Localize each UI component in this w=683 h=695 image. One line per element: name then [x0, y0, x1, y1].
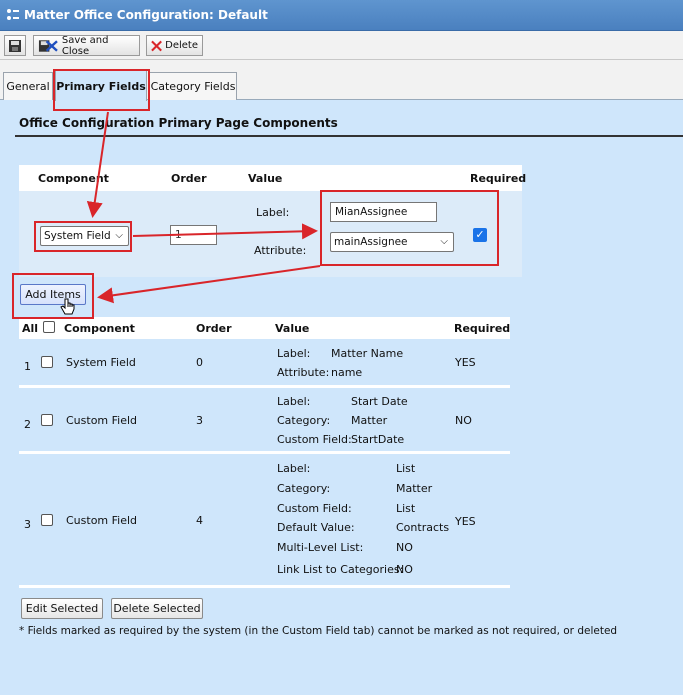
value-val: StartDate [351, 433, 405, 446]
toolbar: Save and Close Delete [0, 31, 683, 60]
value-val: NO [396, 541, 413, 554]
value-key: Multi-Level List: [277, 541, 364, 554]
header-required: Required [470, 172, 527, 185]
header-all: All [22, 322, 39, 335]
delete-label: Delete [165, 40, 198, 51]
row-checkbox[interactable] [41, 356, 53, 368]
row-divider [19, 451, 510, 454]
header-value: Value [248, 172, 283, 185]
tab-category-fields-label: Category Fields [150, 80, 236, 93]
tab-category-fields[interactable]: Category Fields [149, 72, 237, 100]
row-index: 3 [24, 518, 31, 531]
header-component: Component [38, 172, 109, 185]
value-key: Label: [277, 347, 311, 360]
section-title: Office Configuration Primary Page Compon… [19, 116, 338, 130]
order-input[interactable]: 1 [170, 225, 217, 245]
footnote: * Fields marked as required by the syste… [19, 625, 618, 637]
attribute-select[interactable]: mainAssignee ⌵ [330, 232, 454, 252]
save-and-close-button[interactable]: Save and Close [33, 34, 140, 57]
value-val: Start Date [351, 395, 408, 408]
row-order: 4 [196, 514, 203, 527]
row-divider [19, 385, 510, 388]
value-key: Default Value: [277, 521, 355, 534]
row-required: NO [455, 414, 472, 427]
header-order: Order [171, 172, 207, 185]
row-order: 0 [196, 356, 203, 369]
list-header-value: Value [275, 322, 310, 335]
value-key: Label: [277, 395, 311, 408]
value-key: Label: [277, 462, 311, 475]
value-val: name [331, 366, 363, 379]
label-caption: Label: [256, 206, 290, 219]
attribute-caption: Attribute: [254, 244, 307, 257]
value-key: Attribute: [277, 366, 330, 379]
row-checkbox[interactable] [41, 514, 53, 526]
row-checkbox[interactable] [41, 414, 53, 426]
select-all-checkbox[interactable] [43, 321, 55, 333]
label-input[interactable]: MianAssignee [330, 202, 437, 222]
value-val: List [396, 462, 416, 475]
value-key: Category: [277, 414, 331, 427]
row-component: Custom Field [66, 414, 138, 427]
row-required: YES [455, 515, 476, 528]
tab-strip: General Primary Fields Category Fields [0, 60, 683, 101]
delete-button[interactable]: Delete [146, 35, 203, 56]
value-val: Contracts [396, 521, 450, 534]
value-key: Custom Field: [277, 502, 352, 515]
value-val: Matter Name [331, 347, 404, 360]
value-key: Category: [277, 482, 331, 495]
red-x-icon [151, 40, 162, 51]
hand-cursor-icon [60, 298, 75, 315]
value-key: Custom Field: [277, 433, 352, 446]
value-val: Matter [396, 482, 433, 495]
row-index: 2 [24, 418, 31, 431]
section-divider [15, 135, 683, 137]
attribute-select-value: mainAssignee [334, 236, 408, 248]
tab-general-label: General [6, 80, 50, 93]
list-header-component: Component [64, 322, 135, 335]
row-component: Custom Field [66, 514, 138, 527]
row-required: YES [455, 356, 476, 369]
tab-general[interactable]: General [3, 72, 53, 100]
window-title-bar: Matter Office Configuration: Default [0, 0, 683, 31]
edit-selected-button[interactable]: Edit Selected [21, 598, 103, 619]
value-val: Matter [351, 414, 388, 427]
app-icon [6, 8, 20, 22]
save-button[interactable] [4, 35, 26, 56]
chevron-down-icon: ⌵ [115, 230, 123, 241]
floppy-disk-icon [9, 39, 21, 52]
required-checkbox[interactable]: ✓ [473, 228, 487, 242]
value-key: Link List to Categories: [277, 563, 404, 576]
list-header-required: Required [454, 322, 511, 335]
value-val: NO [396, 563, 413, 576]
window-title: Matter Office Configuration: Default [24, 8, 268, 22]
save-close-icon [38, 39, 58, 52]
tab-primary-fields-label: Primary Fields [56, 79, 146, 93]
tab-primary-fields[interactable]: Primary Fields [55, 70, 147, 101]
row-divider [19, 585, 510, 588]
component-select[interactable]: System Field ⌵ [40, 226, 129, 246]
add-items-button[interactable]: Add Items [20, 284, 86, 305]
row-component: System Field [66, 356, 136, 369]
row-order: 3 [196, 414, 203, 427]
component-select-value: System Field [44, 230, 111, 242]
value-val: List [396, 502, 416, 515]
chevron-down-icon: ⌵ [440, 236, 448, 247]
delete-selected-button[interactable]: Delete Selected [111, 598, 203, 619]
list-header-order: Order [196, 322, 232, 335]
row-index: 1 [24, 360, 31, 373]
save-and-close-label: Save and Close [61, 34, 109, 57]
